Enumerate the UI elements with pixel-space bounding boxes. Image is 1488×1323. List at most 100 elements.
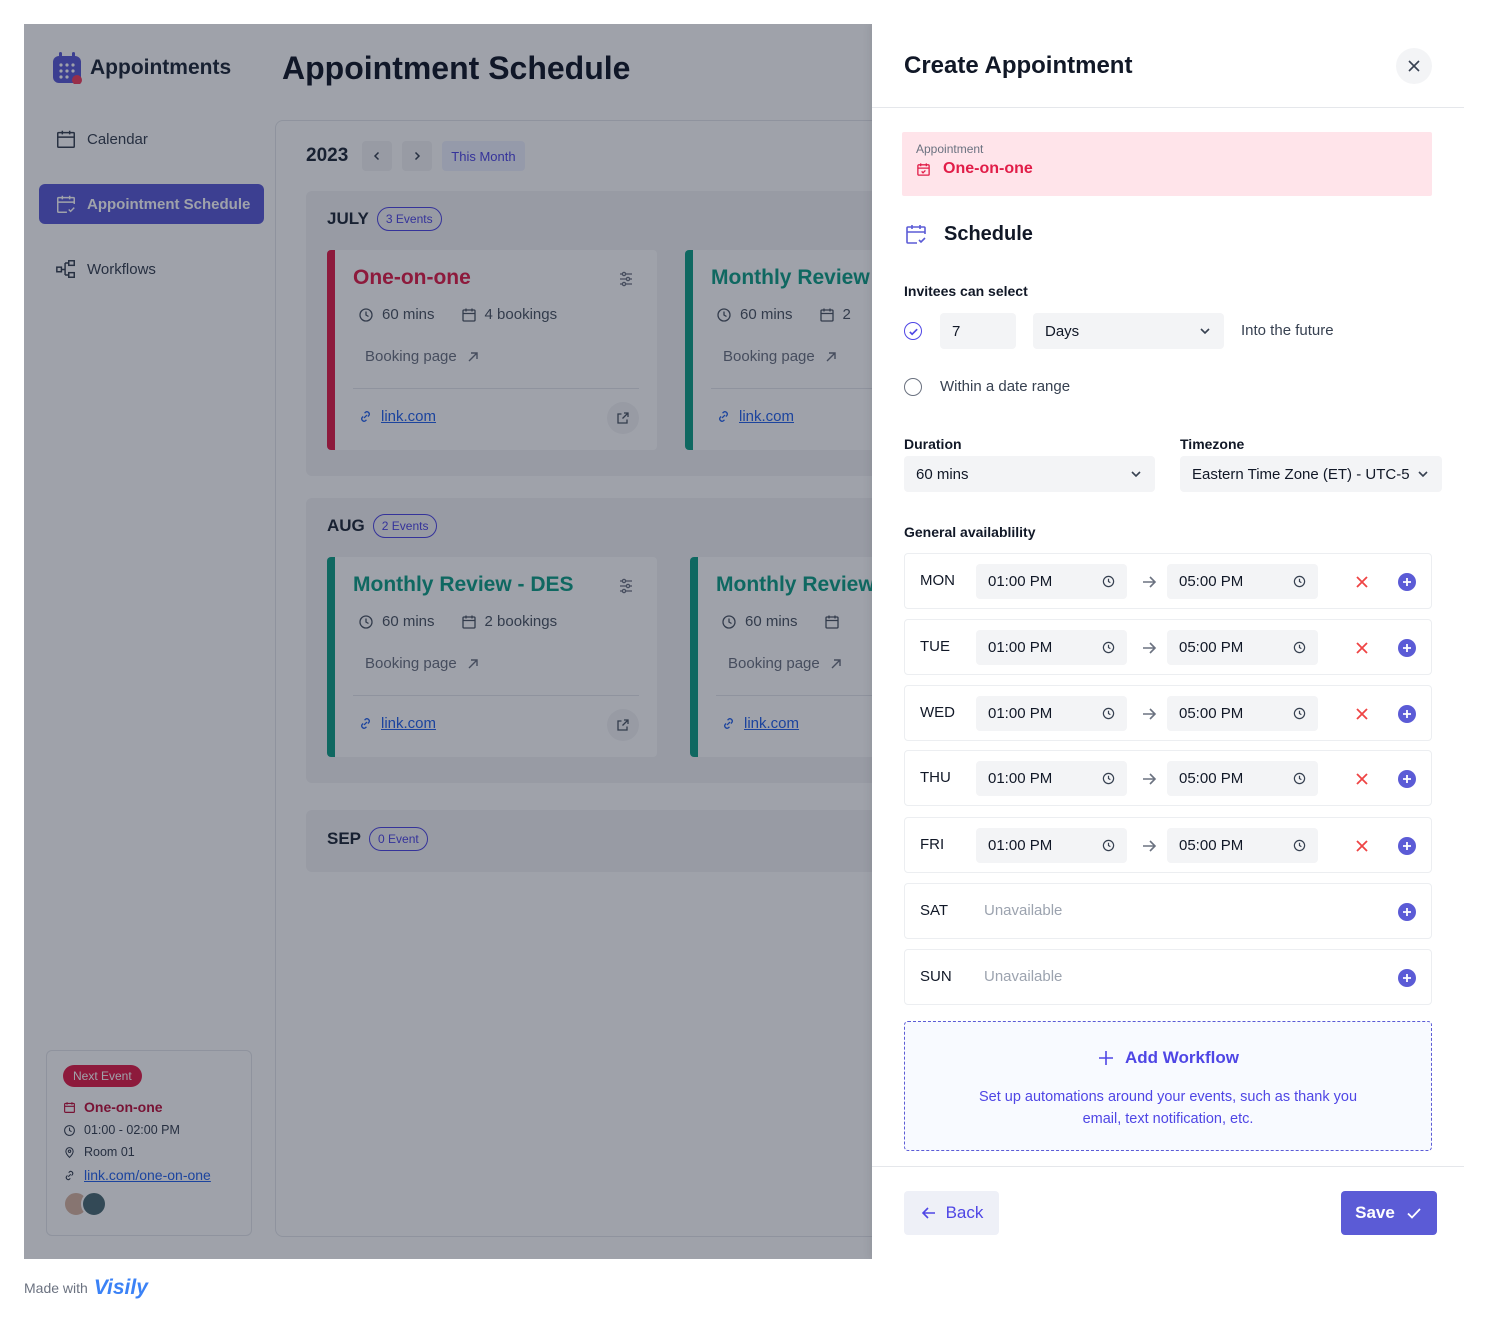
event-bookings: 2 bookings xyxy=(484,613,558,630)
divider xyxy=(716,695,872,696)
event-link-text: link.com xyxy=(744,715,800,732)
event-card[interactable]: Monthly Review 60 mins 2 Booking page li… xyxy=(685,250,872,450)
start-time-input[interactable]: 01:00 PM xyxy=(976,828,1127,863)
next-event-title[interactable]: One-on-one xyxy=(63,1099,235,1115)
event-link-text: link.com xyxy=(739,408,795,425)
divider xyxy=(353,388,639,389)
visily-logo: Visily xyxy=(93,1276,148,1299)
chevron-down-icon xyxy=(1200,328,1210,335)
event-title: Monthly Review - DES xyxy=(353,573,574,596)
event-title: One-on-one xyxy=(353,266,471,289)
next-button[interactable] xyxy=(402,141,433,171)
clock-icon xyxy=(1293,839,1306,852)
end-time-input[interactable]: 05:00 PM xyxy=(1167,828,1318,863)
this-month-button[interactable]: This Month xyxy=(442,141,525,171)
days-count-input[interactable]: 7 xyxy=(940,313,1016,349)
add-workflow-button[interactable]: Add Workflow xyxy=(1097,1048,1239,1068)
event-card[interactable]: Monthly Review - DES 60 mins 2 bookings … xyxy=(327,557,657,757)
share-button[interactable] xyxy=(607,709,639,741)
add-circle-icon[interactable] xyxy=(1397,836,1417,856)
save-button[interactable]: Save xyxy=(1341,1191,1437,1235)
timezone-select[interactable]: Eastern Time Zone (ET) - UTC-5 xyxy=(1180,456,1442,492)
start-time-input[interactable]: 01:00 PM xyxy=(976,696,1127,731)
end-time-value: 05:00 PM xyxy=(1179,705,1244,722)
end-time-value: 05:00 PM xyxy=(1179,837,1244,854)
settings-sliders-icon[interactable] xyxy=(617,577,635,595)
end-time-input[interactable]: 05:00 PM xyxy=(1167,761,1318,796)
booking-page-link[interactable]: Booking page xyxy=(723,348,839,365)
day-name: TUE xyxy=(920,638,950,655)
end-time-input[interactable]: 05:00 PM xyxy=(1167,564,1318,599)
booking-page-link[interactable]: Booking page xyxy=(365,348,481,365)
days-unit-select[interactable]: Days xyxy=(1033,313,1224,349)
next-event-title-text: One-on-one xyxy=(84,1099,163,1115)
availability-row-thu: THU 01:00 PM 05:00 PM xyxy=(904,750,1432,806)
add-circle-icon[interactable] xyxy=(1397,638,1417,658)
sidebar-item-label: Appointment Schedule xyxy=(87,195,251,213)
day-name: MON xyxy=(920,572,955,589)
remove-icon[interactable] xyxy=(1353,573,1371,591)
event-link[interactable]: link.com xyxy=(721,715,799,732)
remove-icon[interactable] xyxy=(1353,639,1371,657)
workflow-description: Set up automations around your events, s… xyxy=(978,1089,1358,1127)
start-time-input[interactable]: 01:00 PM xyxy=(976,630,1127,665)
clock-icon xyxy=(64,1124,75,1136)
event-card[interactable]: Monthly Review 60 mins Booking page link… xyxy=(690,557,872,757)
brand-logo-icon xyxy=(53,52,82,84)
add-circle-icon[interactable] xyxy=(1397,968,1417,988)
event-link[interactable]: link.com xyxy=(716,408,794,425)
event-meta: 60 mins 2 bookings xyxy=(358,613,557,630)
date-range-label: Within a date range xyxy=(940,378,1071,395)
schedule-panel: 2023 This Month JULY 3 Events One-on-one xyxy=(275,120,872,1237)
start-time-value: 01:00 PM xyxy=(988,837,1053,854)
link-icon xyxy=(65,1170,74,1180)
add-circle-icon[interactable] xyxy=(1397,769,1417,789)
next-event-link[interactable]: link.com/one-on-one xyxy=(84,1167,211,1183)
sidebar-item-calendar[interactable]: Calendar xyxy=(39,119,264,159)
sidebar-item-appointment-schedule[interactable]: Appointment Schedule xyxy=(39,184,264,224)
end-time-input[interactable]: 05:00 PM xyxy=(1167,630,1318,665)
clock-icon xyxy=(359,307,373,322)
add-circle-icon[interactable] xyxy=(1397,572,1417,592)
duration-value: 60 mins xyxy=(916,465,969,483)
event-card[interactable]: One-on-one 60 mins 4 bookings Booking pa… xyxy=(327,250,657,450)
event-link[interactable]: link.com xyxy=(358,715,436,732)
sidebar-item-workflows[interactable]: Workflows xyxy=(39,249,264,289)
appointment-value: One-on-one xyxy=(916,160,1418,178)
remove-icon[interactable] xyxy=(1353,837,1371,855)
booking-page-link[interactable]: Booking page xyxy=(365,655,481,672)
appointment-label: Appointment xyxy=(916,142,984,156)
end-time-input[interactable]: 05:00 PM xyxy=(1167,696,1318,731)
add-circle-icon[interactable] xyxy=(1397,902,1417,922)
arrow-left-icon xyxy=(921,1207,935,1219)
timezone-label: Timezone xyxy=(1180,436,1245,452)
start-time-input[interactable]: 01:00 PM xyxy=(976,564,1127,599)
remove-icon[interactable] xyxy=(1353,705,1371,723)
plus-icon xyxy=(1099,1051,1114,1065)
share-icon xyxy=(617,412,629,424)
appointment-value-text: One-on-one xyxy=(943,160,1033,177)
start-time-input[interactable]: 01:00 PM xyxy=(976,761,1127,796)
remove-icon[interactable] xyxy=(1353,770,1371,788)
brand-name: Appointments xyxy=(90,56,232,79)
day-name: WED xyxy=(920,704,955,721)
add-circle-icon[interactable] xyxy=(1397,704,1417,724)
external-link-icon xyxy=(831,658,841,668)
back-button[interactable]: Back xyxy=(904,1191,999,1235)
event-bookings: 2 xyxy=(842,306,851,323)
radio-date-range[interactable] xyxy=(904,378,922,396)
settings-sliders-icon[interactable] xyxy=(617,270,635,288)
radio-into-future[interactable] xyxy=(904,322,922,340)
booking-page-link[interactable]: Booking page xyxy=(728,655,844,672)
event-title: Monthly Review xyxy=(711,266,870,289)
availability-row-sun: SUN Unavailable xyxy=(904,949,1432,1005)
clock-icon xyxy=(722,614,736,629)
add-workflow-area[interactable]: Add Workflow Set up automations around y… xyxy=(904,1021,1432,1151)
share-button[interactable] xyxy=(607,402,639,434)
prev-button[interactable] xyxy=(362,141,393,171)
start-time-value: 01:00 PM xyxy=(988,770,1053,787)
appointment-type-field[interactable]: Appointment One-on-one xyxy=(902,132,1432,196)
duration-select[interactable]: 60 mins xyxy=(904,456,1155,492)
event-link[interactable]: link.com xyxy=(358,408,436,425)
close-button[interactable] xyxy=(1396,48,1432,84)
